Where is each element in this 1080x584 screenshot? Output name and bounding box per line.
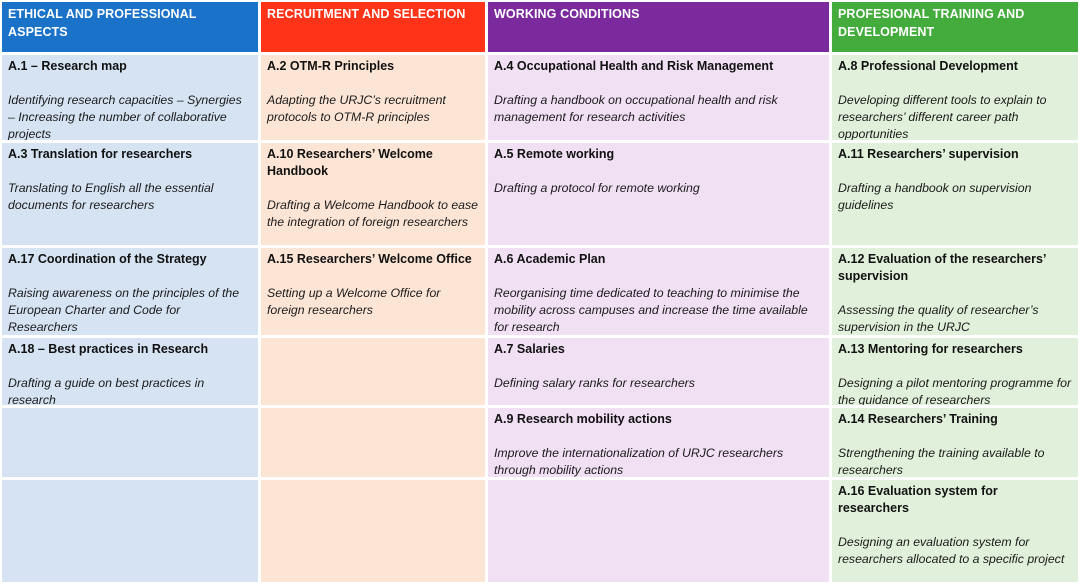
action-title: A.14 Researchers’ Training [838,412,998,426]
action-cell: A.4 Occupational Health and Risk Managem… [488,55,829,140]
action-description: Identifying research capacities – Synerg… [8,93,242,140]
action-title: A.11 Researchers’ supervision [838,147,1019,161]
action-description: Designing an evaluation system for resea… [838,535,1065,566]
action-cell: A.17 Coordination of the Strategy Raising… [2,248,258,335]
action-title: A.17 Coordination of the Strategy [8,252,207,266]
action-description: Designing a pilot mentoring programme fo… [838,376,1072,405]
action-title: A.10 Researchers’ Welcome Handbook [267,147,433,178]
action-cell: A.1 – Research map Identifying research c… [2,55,258,140]
empty-cell [261,408,485,477]
action-title: A.3 Translation for researchers [8,147,193,161]
action-description: Strengthening the training available to … [838,446,1045,477]
action-description: Drafting a handbook on supervision guide… [838,181,1032,212]
action-description: Drafting a handbook on occupational heal… [494,93,778,124]
action-cell: A.3 Translation for researchers Translati… [2,143,258,245]
action-description: Reorganising time dedicated to teaching … [494,286,808,334]
action-cell: A.12 Evaluation of the researchers’ supe… [832,248,1078,335]
action-plan-table: ETHICAL AND PROFESSIONAL ASPECTS RECRUIT… [2,2,1078,582]
action-title: A.7 Salaries [494,342,565,356]
header-working-conditions: WORKING CONDITIONS [488,2,829,52]
action-description: Drafting a protocol for remote working [494,181,700,195]
action-title: A.15 Researchers’ Welcome Office [267,252,472,266]
action-description: Adapting the URJC’s recruitment protocol… [267,93,446,124]
action-title: A.9 Research mobility actions [494,412,672,426]
action-cell: A.2 OTM-R Principles Adapting the URJC’s … [261,55,485,140]
empty-cell [2,480,258,582]
action-description: Improve the internationalization of URJC… [494,446,784,477]
action-cell: A.15 Researchers’ Welcome Office Setting … [261,248,485,335]
action-description: Assessing the quality of researcher’s su… [838,303,1039,334]
header-training-development: PROFESIONAL TRAINING AND DEVELOPMENT [832,2,1078,52]
header-ethical-professional: ETHICAL AND PROFESSIONAL ASPECTS [2,2,258,52]
action-description: Defining salary ranks for researchers [494,376,695,390]
action-title: A.4 Occupational Health and Risk Managem… [494,59,774,73]
action-cell: A.13 Mentoring for researchers Designing … [832,338,1078,405]
action-description: Drafting a Welcome Handbook to ease the … [267,198,478,229]
action-title: A.12 Evaluation of the researchers’ supe… [838,252,1046,283]
action-cell: A.14 Researchers’ Training Strengthening … [832,408,1078,477]
action-title: A.13 Mentoring for researchers [838,342,1023,356]
empty-cell [488,480,829,582]
action-cell: A.18 – Best practices in Research Draftin… [2,338,258,405]
action-title: A.5 Remote working [494,147,615,161]
action-cell: A.11 Researchers’ supervision Drafting a … [832,143,1078,245]
action-cell: A.8 Professional Development Developing d… [832,55,1078,140]
action-description: Translating to English all the essential… [8,181,214,212]
action-title: A.16 Evaluation system for researchers [838,484,998,515]
action-title: A.8 Professional Development [838,59,1018,73]
header-recruitment-selection: RECRUITMENT AND SELECTION [261,2,485,52]
empty-cell [2,408,258,477]
action-title: A.1 – Research map [8,59,127,73]
action-cell: A.6 Academic Plan Reorganising time dedic… [488,248,829,335]
action-description: Raising awareness on the principles of t… [8,286,240,334]
action-description: Developing different tools to explain to… [838,93,1047,140]
action-description: Drafting a guide on best practices in re… [8,376,205,405]
action-title: A.2 OTM-R Principles [267,59,395,73]
action-cell: A.7 Salaries Defining salary ranks for re… [488,338,829,405]
action-title: A.6 Academic Plan [494,252,606,266]
action-cell: A.5 Remote working Drafting a protocol fo… [488,143,829,245]
action-cell: A.9 Research mobility actions Improve the… [488,408,829,477]
empty-cell [261,338,485,405]
action-cell: A.10 Researchers’ Welcome Handbook Drafti… [261,143,485,245]
action-title: A.18 – Best practices in Research [8,342,209,356]
empty-cell [261,480,485,582]
action-cell: A.16 Evaluation system for researchers De… [832,480,1078,582]
action-description: Setting up a Welcome Office for foreign … [267,286,441,317]
